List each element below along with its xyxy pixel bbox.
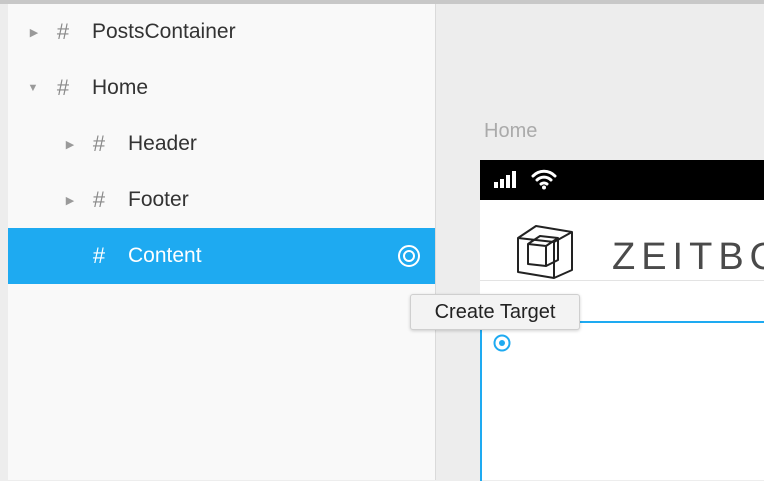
layer-label: Header [128,132,197,155]
layer-label: Home [92,76,149,99]
layer-item-home[interactable]: ▼ # Home [8,60,435,116]
hash-icon: # [92,187,106,212]
layer-label: PostsContainer [92,20,236,43]
layer-label: Footer [128,188,189,211]
target-icon[interactable] [493,334,511,352]
frame-title[interactable]: Home [484,120,537,143]
app-header: ZEITBO [480,200,764,281]
disclosure-right-icon[interactable]: ▶ [27,4,41,60]
create-target-button[interactable] [397,244,421,268]
disclosure-right-icon[interactable]: ▶ [63,172,77,228]
hash-icon: # [56,75,70,100]
target-icon [398,245,420,267]
cube-logo-icon [517,225,573,279]
content-frame[interactable] [480,321,764,481]
layer-item-header[interactable]: ▶ # Header [8,116,435,172]
hash-icon: # [92,131,106,156]
hash-icon: # [56,19,70,44]
layer-item-postscontainer[interactable]: ▶ # PostsContainer [8,4,435,60]
disclosure-right-icon[interactable]: ▶ [63,116,77,172]
disclosure-down-icon[interactable]: ▼ [26,60,40,116]
create-target-tooltip: Create Target [410,294,580,330]
layer-item-content[interactable]: # Content [8,228,435,284]
layer-item-footer[interactable]: ▶ # Footer [8,172,435,228]
status-bar [480,160,764,200]
signal-icon [494,171,516,188]
brand-wordmark: ZEITBO [612,236,764,278]
layers-panel: ▶ # PostsContainer ▼ # Home ▶ # Header ▶… [8,4,436,480]
hash-icon: # [92,243,106,268]
layer-label: Content [128,244,202,267]
wifi-icon [531,169,557,190]
